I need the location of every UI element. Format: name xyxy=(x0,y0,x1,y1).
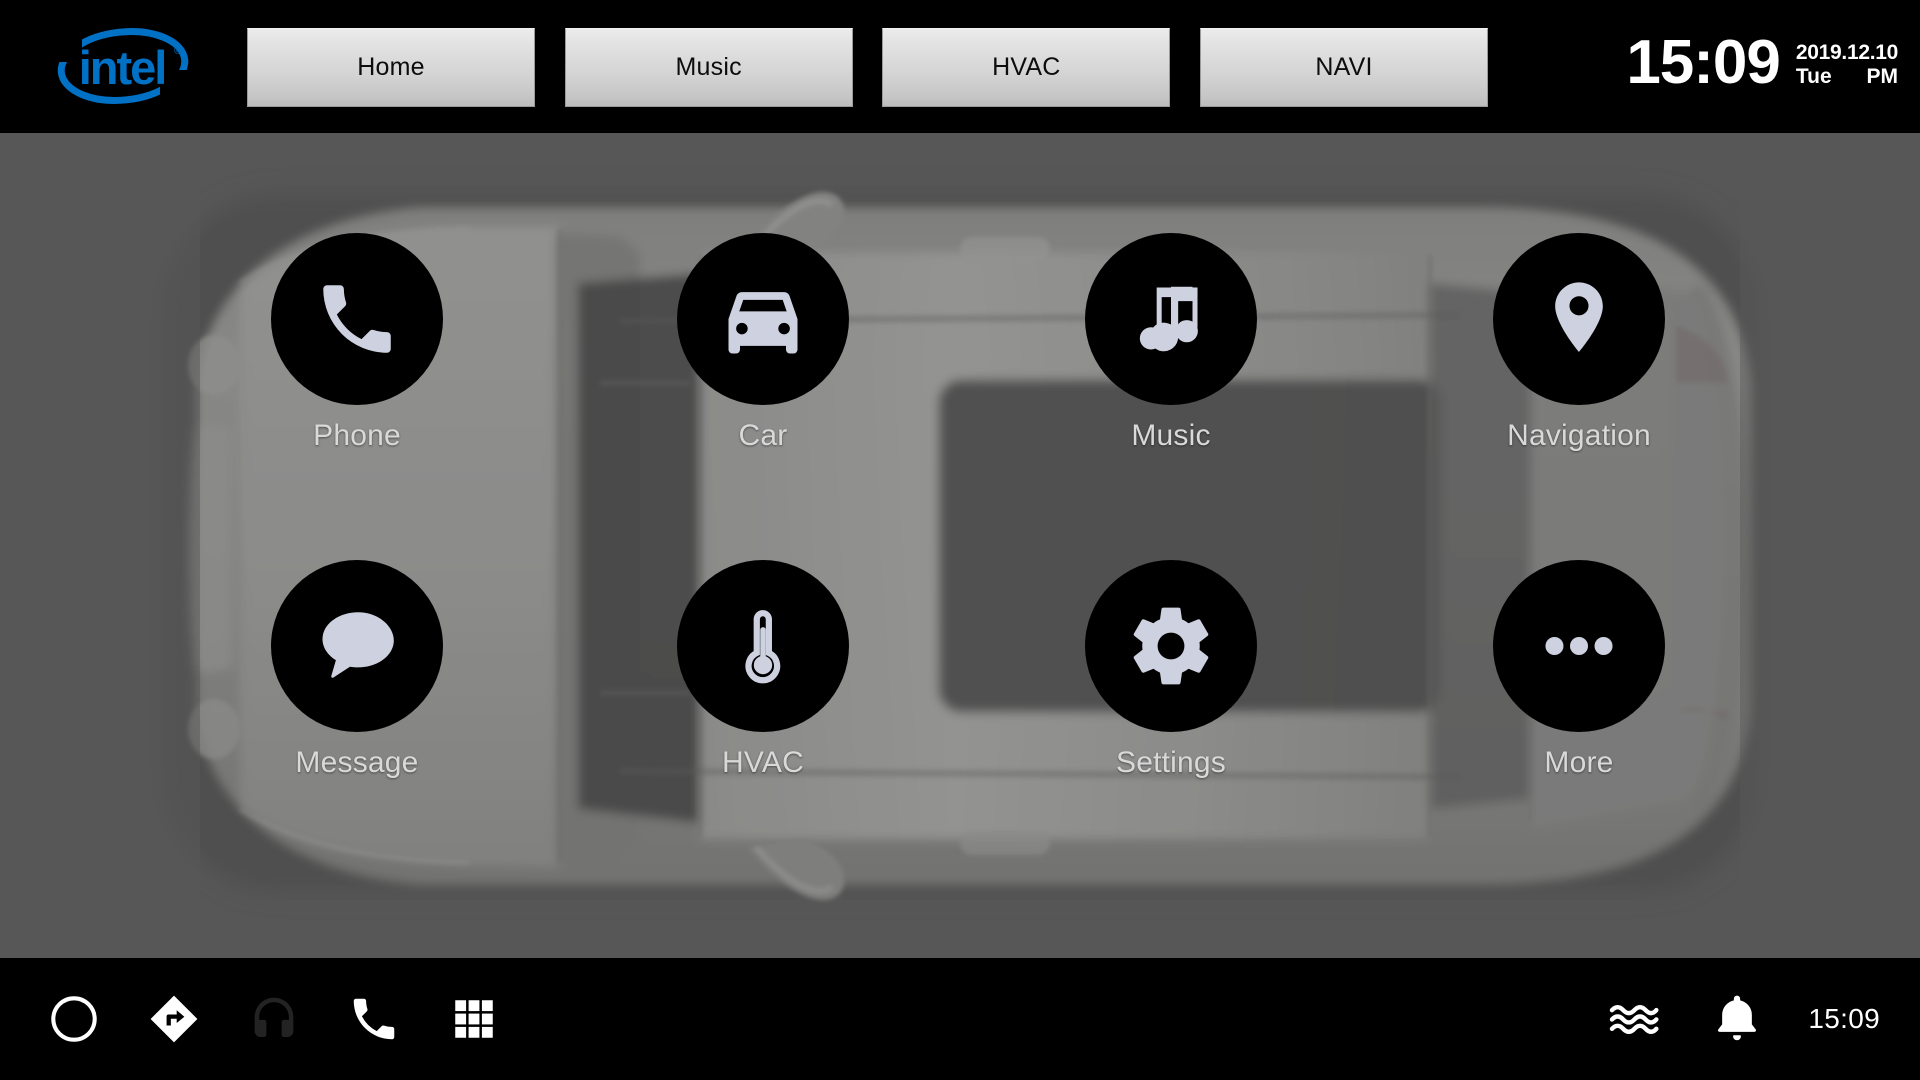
bell-icon[interactable] xyxy=(1708,990,1766,1048)
app-label-phone: Phone xyxy=(313,419,401,452)
app-label-music: Music xyxy=(1131,419,1211,452)
infotainment-screen: intel ® Home Music HVAC NAVI 15:09 2019.… xyxy=(0,0,1920,1080)
message-icon-circle xyxy=(271,560,443,732)
app-icon-grid: Phone Car Music Navigation Message HVAC … xyxy=(0,133,1920,958)
app-label-car: Car xyxy=(738,419,788,452)
clock-weekday: Tue xyxy=(1795,64,1832,88)
tab-hvac-label: HVAC xyxy=(992,53,1061,81)
music-icon-circle xyxy=(1085,233,1257,405)
bottom-bar-left-icons xyxy=(45,958,503,1080)
hvac-icon-circle xyxy=(677,560,849,732)
tab-home-label: Home xyxy=(357,53,425,81)
app-label-settings: Settings xyxy=(1116,746,1226,779)
app-tile-hvac[interactable]: HVAC xyxy=(648,560,878,780)
app-tile-car[interactable]: Car xyxy=(648,233,878,453)
thermometer-icon xyxy=(745,610,781,684)
speech-bubble-icon xyxy=(322,612,394,678)
home-circle-icon[interactable] xyxy=(45,990,103,1048)
intel-logo-svg: intel ® xyxy=(56,22,194,112)
navigation-diamond-icon-svg xyxy=(150,995,198,1043)
phone-icon xyxy=(323,285,391,353)
app-label-navigation: Navigation xyxy=(1507,419,1651,452)
intel-logo: intel ® xyxy=(48,18,198,114)
bottom-navigation-bar: 15:09 xyxy=(0,958,1920,1080)
music-note-icon xyxy=(1139,286,1198,352)
clock-date-block: 2019.12.10 Tue PM xyxy=(1796,42,1898,91)
tab-navi[interactable]: NAVI xyxy=(1199,28,1488,107)
top-status-bar: intel ® Home Music HVAC NAVI 15:09 2019.… xyxy=(0,0,1920,133)
bottom-bar-right-icons: 15:09 xyxy=(1604,958,1880,1080)
airflow-waves-icon-svg xyxy=(1610,1004,1659,1034)
clock-time: 15:09 xyxy=(1626,28,1781,97)
app-label-hvac: HVAC xyxy=(722,746,804,779)
airflow-waves-icon[interactable] xyxy=(1604,990,1662,1048)
svg-text:®: ® xyxy=(174,45,182,57)
phone-handset-icon-svg xyxy=(353,998,395,1040)
clock-date: 2019.12.10 xyxy=(1795,40,1898,64)
app-tile-more[interactable]: More xyxy=(1464,560,1694,780)
headphones-icon[interactable] xyxy=(245,990,303,1048)
navigation-icon-circle xyxy=(1493,233,1665,405)
car-icon-circle xyxy=(677,233,849,405)
phone-handset-icon[interactable] xyxy=(345,990,403,1048)
tab-home[interactable]: Home xyxy=(247,28,535,107)
clock-weekday-meridiem: Tue PM xyxy=(1796,66,1898,87)
clock-widget: 15:09 2019.12.10 Tue PM xyxy=(1626,18,1898,114)
app-grid-icon-svg xyxy=(455,1000,493,1038)
bell-icon-svg xyxy=(1718,995,1757,1041)
clock-meridiem: PM xyxy=(1866,64,1899,88)
app-grid-icon[interactable] xyxy=(445,990,503,1048)
home-circle-icon-svg xyxy=(51,996,97,1042)
headphones-icon-svg xyxy=(254,997,294,1037)
settings-icon-circle xyxy=(1085,560,1257,732)
tab-music-label: Music xyxy=(675,53,742,81)
app-tile-phone[interactable]: Phone xyxy=(242,233,472,453)
tab-hvac[interactable]: HVAC xyxy=(882,28,1171,107)
app-tile-settings[interactable]: Settings xyxy=(1056,560,1286,780)
app-tile-navigation[interactable]: Navigation xyxy=(1464,233,1694,453)
ellipsis-icon xyxy=(1545,636,1613,656)
top-tab-bar: Home Music HVAC NAVI xyxy=(247,28,1488,107)
map-pin-icon xyxy=(1555,282,1603,352)
navigation-diamond-icon[interactable] xyxy=(145,990,203,1048)
car-icon xyxy=(728,292,798,354)
app-label-more: More xyxy=(1544,746,1614,779)
bottom-bar-time: 15:09 xyxy=(1808,1003,1880,1034)
app-tile-music[interactable]: Music xyxy=(1056,233,1286,453)
more-icon-circle xyxy=(1493,560,1665,732)
tab-navi-label: NAVI xyxy=(1315,53,1373,81)
phone-icon-circle xyxy=(271,233,443,405)
tab-music[interactable]: Music xyxy=(564,28,853,107)
app-label-message: Message xyxy=(295,746,419,779)
app-tile-message[interactable]: Message xyxy=(242,560,472,780)
gear-icon xyxy=(1133,607,1209,685)
svg-text:intel: intel xyxy=(79,41,166,94)
